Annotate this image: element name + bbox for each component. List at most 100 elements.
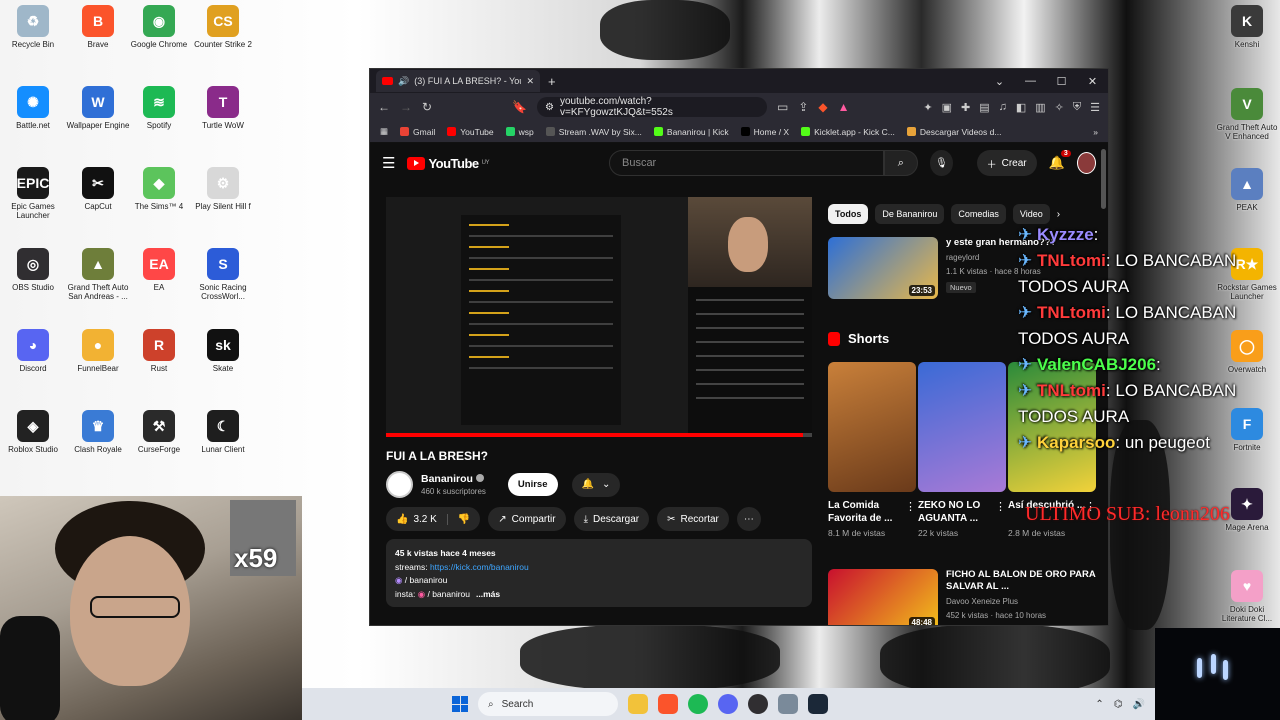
desktop-icon[interactable]: EA EA	[126, 248, 192, 292]
desktop-icon[interactable]: ● FunnelBear	[65, 329, 131, 373]
bookmark-item[interactable]: Bananirou | Kick	[653, 127, 729, 137]
bookmark-item[interactable]: Stream .WAV by Six...	[545, 127, 642, 137]
desktop-icon[interactable]: CS Counter Strike 2	[190, 5, 256, 49]
app-icon[interactable]	[778, 694, 798, 714]
download-button[interactable]: ⤓ Descargar	[573, 507, 650, 531]
network-icon[interactable]: ⌬	[1114, 699, 1123, 710]
notifications-button[interactable]: 🔔 3	[1049, 150, 1071, 171]
short-item[interactable]: ZEKO NO LO AGUANTA ... 22 k vistas ⋮	[918, 362, 1006, 538]
desktop-icon[interactable]: ⚒ CurseForge	[126, 410, 192, 454]
site-info-icon[interactable]: ⚙	[545, 102, 554, 113]
extension-icon[interactable]: ▤	[979, 101, 989, 114]
more-bookmarks-icon[interactable]: »	[1093, 127, 1098, 137]
desktop-icon[interactable]: ◉ Google Chrome	[126, 5, 192, 49]
obs-icon[interactable]	[748, 694, 768, 714]
discord-icon[interactable]	[718, 694, 738, 714]
chevron-right-icon[interactable]: ›	[1057, 204, 1060, 224]
close-tab-icon[interactable]: ✕	[526, 76, 534, 87]
show-more-button[interactable]: ...más	[476, 589, 500, 599]
desktop-icon[interactable]: ◈ Roblox Studio	[0, 410, 66, 454]
close-window-button[interactable]: ✕	[1077, 75, 1108, 88]
desktop-icon[interactable]: V Grand Theft Auto V Enhanced	[1214, 88, 1280, 141]
vpn-icon[interactable]: ⛨	[1073, 101, 1081, 114]
desktop-icon[interactable]: ◕ Discord	[0, 329, 66, 373]
filter-chip[interactable]: Video	[1012, 204, 1050, 224]
voice-search-button[interactable]: 🎙	[930, 150, 953, 176]
reload-button[interactable]: ↻	[422, 100, 432, 114]
desktop-icon[interactable]: T Turtle WoW	[190, 86, 256, 130]
recommendation-channel[interactable]: Davoo Xeneize Plus	[946, 596, 1098, 607]
short-title[interactable]: ZEKO NO LO AGUANTA ...	[918, 499, 1006, 525]
clip-button[interactable]: ✂ Recortar	[657, 507, 729, 531]
desktop-icon[interactable]: ▲ PEAK	[1214, 168, 1280, 212]
desktop-icon[interactable]: ▲ Grand Theft Auto San Andreas - ...	[65, 248, 131, 301]
speaker-icon[interactable]: 🔊	[398, 76, 409, 87]
desktop-icon[interactable]: ♛ Clash Royale	[65, 410, 131, 454]
extension-icon[interactable]: ▣	[942, 101, 952, 114]
share-icon[interactable]: ⇪	[798, 100, 808, 114]
start-button[interactable]	[452, 696, 468, 712]
filter-chip[interactable]: Comedias	[951, 204, 1006, 224]
recommendation-item[interactable]: 48:48 FICHO AL BALON DE ORO PARA SALVAR A…	[828, 569, 1098, 625]
filter-chip[interactable]: De Bananirou	[875, 204, 945, 224]
wallet-icon[interactable]: ▥	[1035, 101, 1045, 114]
desktop-icon[interactable]: ✂ CapCut	[65, 167, 131, 211]
screenshot-icon[interactable]: ▭	[777, 100, 788, 114]
file-explorer-icon[interactable]	[628, 694, 648, 714]
desktop-icon[interactable]: sk Skate	[190, 329, 256, 373]
desktop-icon[interactable]: ✺ Battle.net	[0, 86, 66, 130]
forward-button[interactable]: →	[400, 100, 412, 114]
bookmark-item[interactable]: Home / X	[740, 127, 789, 137]
browser-tab-active[interactable]: 🔊 (3) FUI A LA BRESH? - YouTub ✕	[376, 70, 540, 92]
channel-avatar[interactable]	[386, 471, 413, 498]
minimize-button[interactable]: —	[1015, 75, 1046, 88]
like-button[interactable]: 👍 3.2 K	[396, 513, 448, 525]
bookmark-item[interactable]: YouTube	[447, 127, 494, 137]
chevron-up-icon[interactable]: ⌃	[1095, 699, 1103, 710]
recommendation-title[interactable]: FICHO AL BALON DE ORO PARA SALVAR AL ...	[946, 569, 1098, 593]
video-progress-bar[interactable]	[386, 433, 812, 437]
share-button[interactable]: ↗ Compartir	[488, 507, 566, 531]
menu-icon[interactable]: ☰	[1090, 101, 1100, 114]
desktop-icon[interactable]: ⚙ Play Silent Hill f	[190, 167, 256, 211]
bookmark-item[interactable]: Kicklet.app - Kick C...	[801, 127, 895, 137]
youtube-logo[interactable]: YouTube UY	[407, 156, 490, 171]
desktop-icon[interactable]: ☾ Lunar Client	[190, 410, 256, 454]
desktop-icon[interactable]: ◎ OBS Studio	[0, 248, 66, 292]
account-avatar[interactable]	[1076, 152, 1096, 174]
hamburger-menu-icon[interactable]: ☰	[382, 154, 395, 172]
desktop-icon[interactable]: K Kenshi	[1214, 5, 1280, 49]
short-item[interactable]: La Comida Favorita de ... 8.1 M de vistas…	[828, 362, 916, 538]
filter-chip[interactable]: Todos	[828, 204, 869, 224]
desktop-icon[interactable]: S Sonic Racing CrossWorl...	[190, 248, 256, 301]
maximize-button[interactable]: ☐	[1046, 75, 1077, 88]
short-thumbnail[interactable]	[918, 362, 1006, 492]
bookmark-item[interactable]: Gmail	[400, 127, 435, 137]
dislike-button[interactable]: 👎	[448, 514, 480, 525]
join-button[interactable]: Unirse	[507, 473, 558, 496]
channel-name[interactable]: Bananirou	[421, 473, 486, 485]
subscription-bell-button[interactable]: 🔔 ⌄	[571, 472, 621, 497]
address-bar[interactable]: ⚙ youtube.com/watch?v=KFYgowztKJQ&t=552s	[537, 96, 768, 118]
new-tab-button[interactable]: +	[548, 74, 556, 89]
extension-icon[interactable]: ✦	[923, 101, 932, 114]
video-thumbnail[interactable]: 23:53	[828, 237, 938, 299]
short-title[interactable]: La Comida Favorita de ...	[828, 499, 916, 525]
desktop-icon[interactable]: B Brave	[65, 5, 131, 49]
music-icon[interactable]: ♫	[999, 101, 1007, 114]
desktop-icon[interactable]: ◆ The Sims™ 4	[126, 167, 192, 211]
steam-icon[interactable]	[808, 694, 828, 714]
spotify-icon[interactable]	[688, 694, 708, 714]
bookmark-item[interactable]: Descargar Videos d...	[906, 127, 1001, 137]
ai-icon[interactable]: ✧	[1055, 101, 1064, 114]
back-button[interactable]: ←	[378, 100, 390, 114]
chevron-down-icon[interactable]: ⌄	[984, 75, 1015, 88]
brave-shields-icon[interactable]: ◆	[818, 100, 827, 114]
desktop-icon[interactable]: ≋ Spotify	[126, 86, 192, 130]
desktop-icon[interactable]: R Rust	[126, 329, 192, 373]
page-scrollbar[interactable]	[1101, 149, 1106, 209]
brave-rewards-icon[interactable]: ▲	[838, 100, 850, 114]
video-description[interactable]: 45 k vistas hace 4 meses streams: https:…	[386, 539, 812, 607]
kick-link[interactable]: https://kick.com/bananirou	[430, 562, 529, 572]
desktop-icon[interactable]: EPIC Epic Games Launcher	[0, 167, 66, 220]
